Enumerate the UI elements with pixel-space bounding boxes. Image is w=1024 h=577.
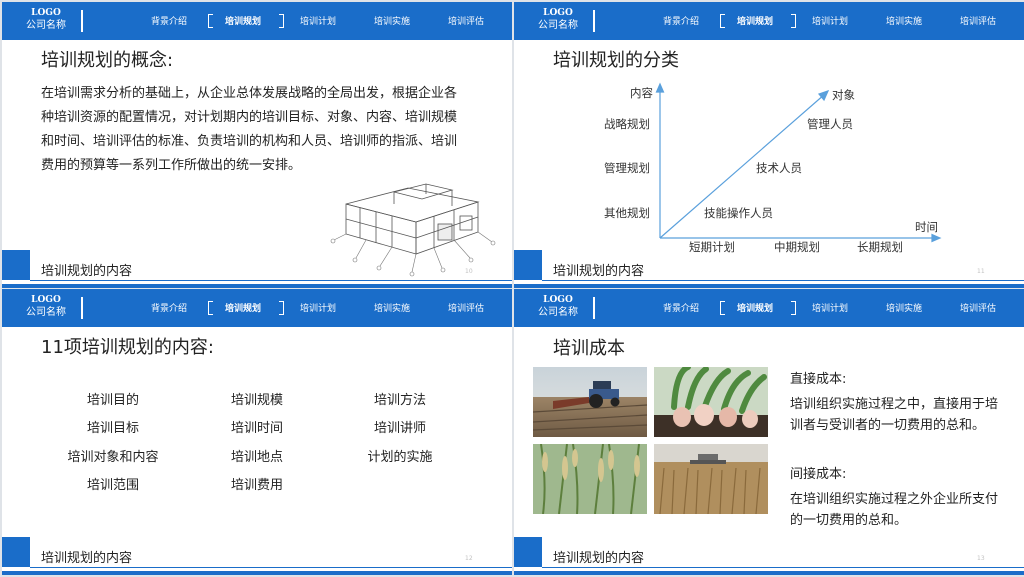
footer-accent (2, 250, 30, 280)
logo-mark: LOGO (31, 8, 61, 18)
y-axis-label: 内容 (630, 86, 653, 100)
footer-band (2, 284, 512, 288)
diagonal-label-managers: 管理人员 (807, 117, 853, 131)
page-number: 12 (465, 555, 473, 562)
indirect-cost-heading: 间接成本: (790, 467, 847, 482)
header-bar: LOGO 公司名称 背景介绍 培训规划 培训计划 培训实施 培训评估 (2, 2, 512, 40)
nav-planning[interactable]: 培训规划 (225, 17, 261, 27)
y-axis-arrow (655, 82, 665, 93)
logo: LOGO 公司名称 (533, 295, 583, 319)
direct-cost-text: 培训组织实施过程之中，直接用于培训者与受训者的一切费用的总和。 (790, 397, 999, 433)
slide-title: 11项培训规划的内容: (41, 337, 214, 358)
company-name: 公司名称 (538, 307, 578, 318)
nav-bracket-right (791, 301, 796, 315)
page-number: 13 (977, 555, 985, 562)
wheat-harvest-photo (654, 444, 768, 514)
y-category-management: 管理规划 (604, 161, 650, 175)
direct-cost-heading: 直接成本: (790, 372, 847, 387)
nav-plan[interactable]: 培训计划 (300, 304, 336, 314)
slide-concept: LOGO 公司名称 背景介绍 培训规划 培训计划 培训实施 培训评估 培训规划的… (2, 2, 512, 288)
item-cost: 培训费用 (230, 478, 283, 493)
item-location: 培训地点 (230, 450, 283, 465)
footer-rule (542, 280, 1024, 281)
x-axis-arrow (931, 233, 942, 243)
slide-title: 培训成本 (553, 338, 625, 359)
diagonal-label-technical-staff: 技术人员 (756, 161, 802, 175)
item-scale: 培训规模 (230, 393, 283, 408)
nav-plan[interactable]: 培训计划 (812, 304, 848, 314)
footer-rule (542, 567, 1024, 568)
nav-bracket-left (720, 301, 725, 315)
footer-label: 培训规划的内容 (41, 264, 133, 279)
nav-implementation[interactable]: 培训实施 (886, 304, 922, 314)
nav-background[interactable]: 背景介绍 (151, 17, 187, 27)
footer-label: 培训规划的内容 (553, 551, 645, 566)
x-category-long: 长期规划 (857, 240, 903, 254)
footer-rule (30, 280, 512, 281)
item-objectives: 培训目标 (86, 421, 139, 436)
logo-mark: LOGO (543, 295, 573, 305)
slide-training-cost: LOGO 公司名称 背景介绍 培训规划 培训计划 培训实施 培训评估 培训成本 (514, 289, 1024, 575)
nav-bracket-right (279, 301, 284, 315)
footer-accent (2, 537, 30, 567)
nav-bracket-left (208, 301, 213, 315)
tractor-field-photo (533, 367, 647, 437)
indirect-cost-text: 在培训组织实施过程之外企业所支付的一切费用的总和。 (790, 492, 999, 528)
header-bar: LOGO 公司名称 背景介绍 培训规划 培训计划 培训实施 培训评估 (2, 289, 512, 327)
page-number: 11 (977, 268, 985, 275)
slide-title: 培训规划的概念: (41, 50, 174, 71)
nav-planning[interactable]: 培训规划 (225, 304, 261, 314)
footer-accent (514, 537, 542, 567)
footer-label: 培训规划的内容 (41, 551, 133, 566)
logo: LOGO 公司名称 (21, 8, 71, 32)
header-divider (81, 10, 83, 32)
item-audience-content: 培训对象和内容 (67, 450, 159, 465)
rice-stalks-photo (533, 444, 647, 514)
company-name: 公司名称 (26, 20, 66, 31)
concept-paragraph: 在培训需求分析的基础上，从企业总体发展战略的全局出发，根据企业各种培训资源的配置… (41, 86, 458, 173)
item-methods: 培训方法 (373, 393, 426, 408)
y-category-other: 其他规划 (604, 206, 650, 220)
footer-band (2, 571, 512, 575)
house-wireframe-illustration (330, 183, 496, 277)
y-category-strategic: 战略规划 (604, 117, 650, 131)
x-category-medium: 中期规划 (774, 240, 820, 254)
footer-rule (30, 567, 512, 568)
x-axis-label: 时间 (915, 220, 938, 234)
page-number: 10 (465, 268, 473, 275)
radish-harvest-photo (654, 367, 768, 437)
nav-bracket-right (279, 14, 284, 28)
classification-diagram: 内容 时间 对象 战略规划 管理规划 其他规划 短期计划 中期规划 长期规划 技… (604, 82, 942, 254)
nav-evaluation[interactable]: 培训评估 (448, 304, 484, 314)
x-category-short: 短期计划 (689, 240, 735, 254)
header-divider (593, 297, 595, 319)
item-time: 培训时间 (230, 421, 283, 436)
nav-bracket-left (208, 14, 213, 28)
company-name: 公司名称 (26, 307, 66, 318)
header-bar: LOGO 公司名称 背景介绍 培训规划 培训计划 培训实施 培训评估 (514, 289, 1024, 327)
footer-accent (514, 250, 542, 280)
slide-classification: LOGO 公司名称 背景介绍 培训规划 培训计划 培训实施 培训评估 培训规划的… (514, 2, 1024, 288)
nav-background[interactable]: 背景介绍 (663, 304, 699, 314)
nav-background[interactable]: 背景介绍 (151, 304, 187, 314)
header-divider (81, 297, 83, 319)
nav-implementation[interactable]: 培训实施 (374, 304, 410, 314)
item-scope: 培训范围 (86, 478, 139, 493)
nav-evaluation[interactable]: 培训评估 (448, 17, 484, 27)
logo: LOGO 公司名称 (21, 295, 71, 319)
footer-label: 培训规划的内容 (553, 264, 645, 279)
logo-mark: LOGO (31, 295, 61, 305)
nav-implementation[interactable]: 培训实施 (374, 17, 410, 27)
nav-evaluation[interactable]: 培训评估 (960, 304, 996, 314)
item-implementation: 计划的实施 (367, 450, 433, 465)
item-trainers: 培训讲师 (373, 421, 426, 436)
nav-plan[interactable]: 培训计划 (300, 17, 336, 27)
diagonal-label-skilled-operators: 技能操作人员 (704, 206, 773, 220)
footer-band (514, 571, 1024, 575)
item-purpose: 培训目的 (86, 393, 139, 408)
diagonal-axis-label: 对象 (832, 88, 855, 102)
footer-band (514, 284, 1024, 288)
nav-planning[interactable]: 培训规划 (737, 304, 773, 314)
slide-eleven-items: LOGO 公司名称 背景介绍 培训规划 培训计划 培训实施 培训评估 11项培训… (2, 289, 512, 575)
